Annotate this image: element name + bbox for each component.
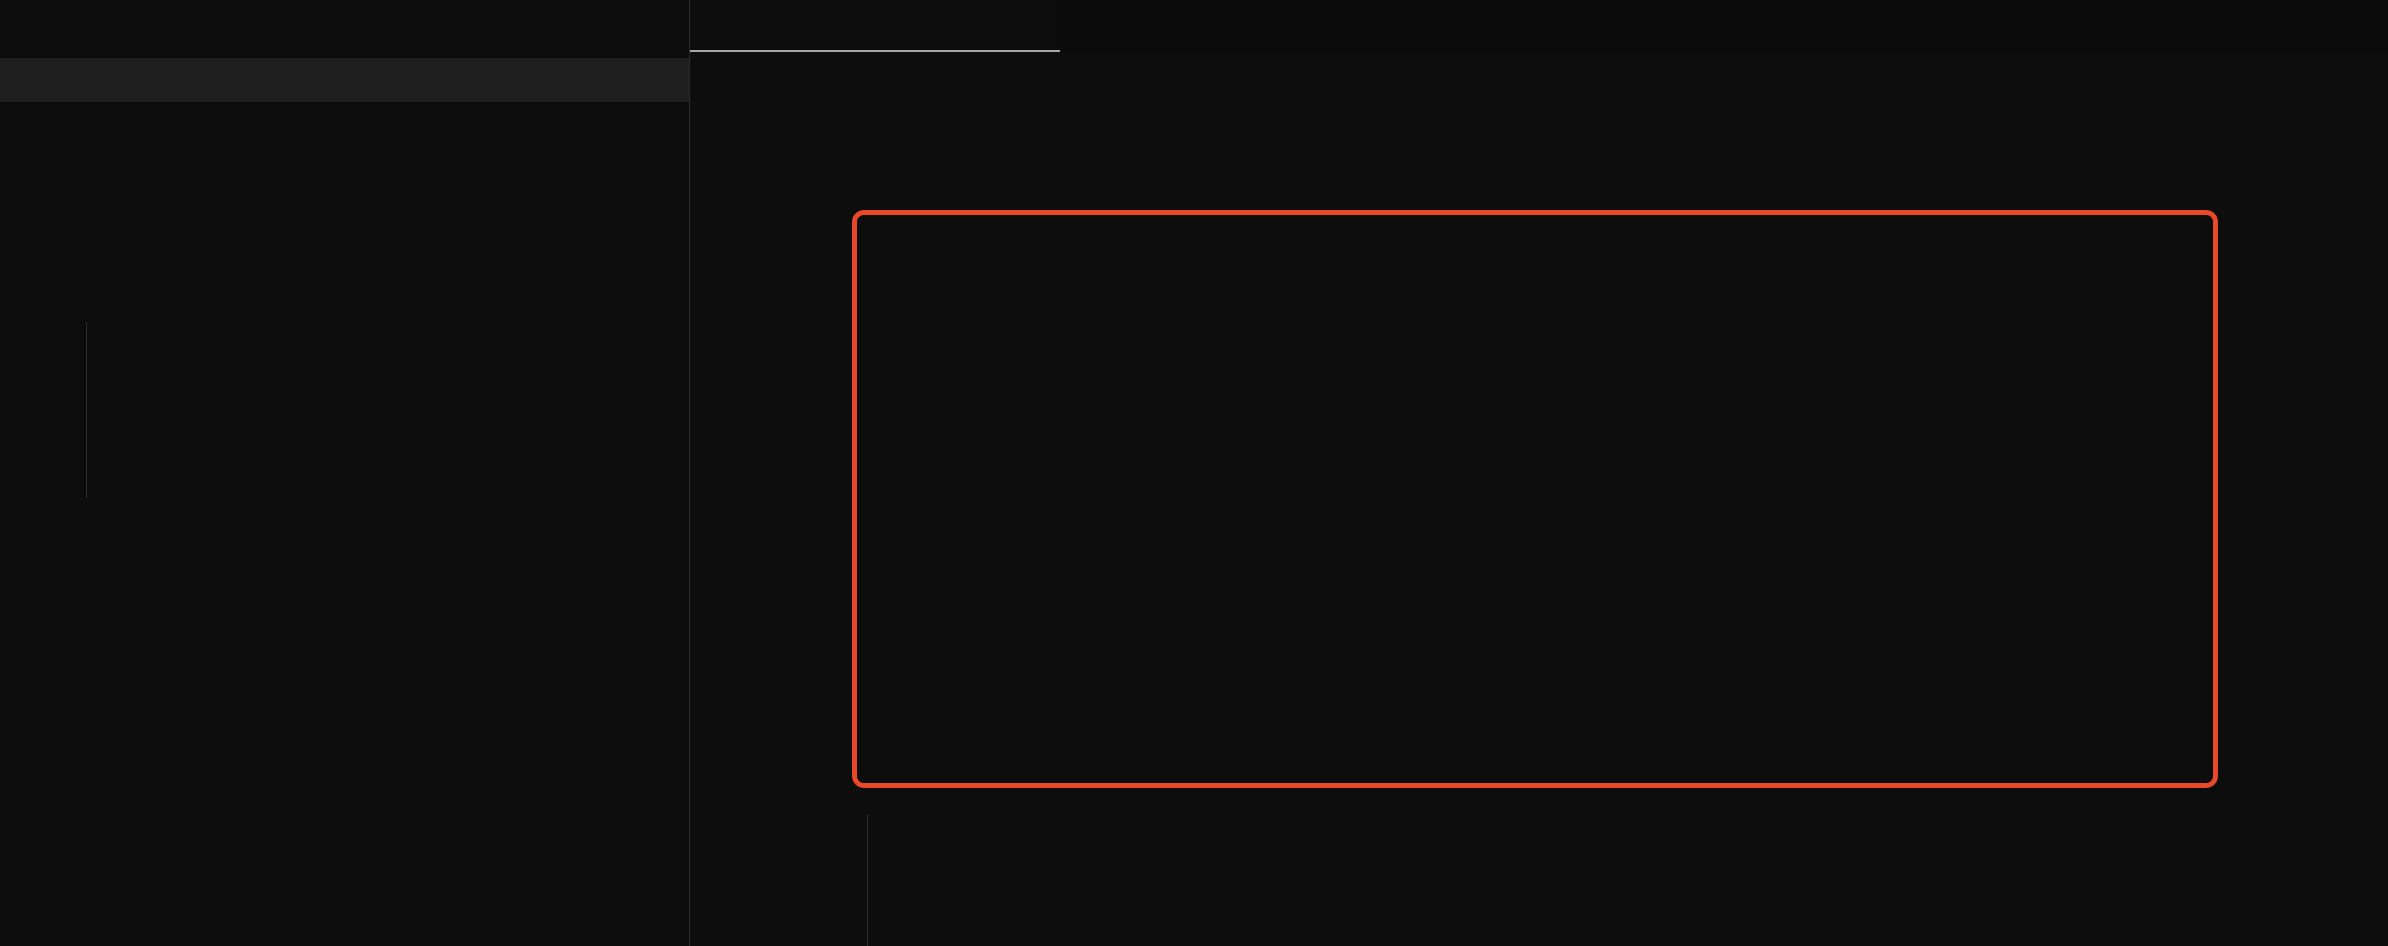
- breadcrumb: [690, 52, 2388, 102]
- vscode-window: [0, 0, 2388, 946]
- explorer-header: [0, 0, 689, 58]
- tab-bar: [690, 0, 2388, 52]
- code-editor[interactable]: [690, 102, 2388, 946]
- tree-indent-guide: [86, 322, 87, 498]
- editor-area: [690, 0, 2388, 946]
- section-header-basic-demo[interactable]: [0, 58, 689, 102]
- editor-indent-guide: [867, 815, 868, 946]
- permissions-highlight-box: [852, 210, 2218, 788]
- tab-androidmanifest[interactable]: [690, 0, 1060, 52]
- codelens-annotation[interactable]: [690, 102, 2388, 132]
- explorer-sidebar: [0, 0, 690, 946]
